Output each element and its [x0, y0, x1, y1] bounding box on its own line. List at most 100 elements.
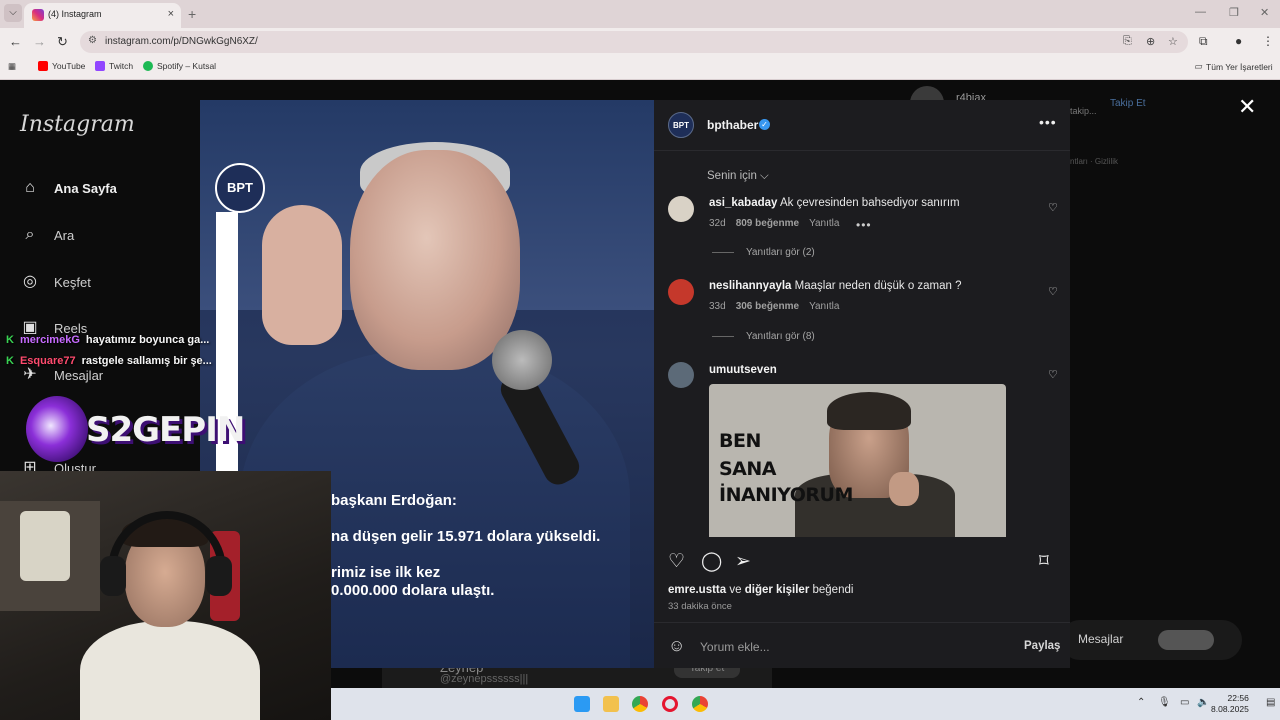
- tab-search-button[interactable]: ⌵: [4, 4, 22, 22]
- minimize-icon[interactable]: —: [1195, 6, 1206, 18]
- post-side-panel: BPT bpthaber ✓ ••• Senin için ⌵ asi_kaba…: [654, 100, 1070, 668]
- bookmark-youtube[interactable]: YouTube: [38, 61, 85, 71]
- footer-links[interactable]: ntları · Gizlilik: [1070, 157, 1118, 166]
- meme-text-1: BEN: [719, 430, 761, 452]
- mic-icon[interactable]: 🎙: [1158, 697, 1171, 708]
- chrome-profile-icon[interactable]: [692, 696, 708, 712]
- emoji-icon[interactable]: ☺: [668, 636, 685, 656]
- account-name[interactable]: bpthaber: [707, 118, 758, 132]
- photo-thumbs-up: [262, 205, 342, 345]
- bookmarks-bar: ▦ YouTube Twitch Spotify – Kutsal ▭ Tüm Y…: [0, 56, 1280, 80]
- new-tab-button[interactable]: +: [188, 6, 196, 22]
- messages-drawer[interactable]: Mesajlar: [1060, 620, 1242, 660]
- suggested-user-sub: takip...: [1070, 106, 1097, 116]
- comment-like-icon[interactable]: ♡: [1048, 201, 1058, 214]
- site-info-icon[interactable]: ⚙: [88, 35, 97, 46]
- meme-text-2: SANA: [719, 458, 777, 480]
- extensions-icon[interactable]: ⧉: [1199, 34, 1208, 49]
- chat-badge-icon: K: [6, 334, 14, 346]
- liked-user[interactable]: emre.ustta: [668, 584, 726, 596]
- tab-close-icon[interactable]: ×: [168, 8, 174, 20]
- forward-icon[interactable]: →: [33, 34, 46, 49]
- network-icon[interactable]: ▭: [1180, 697, 1189, 708]
- view-replies[interactable]: Yanıtları gör (2): [712, 247, 815, 258]
- comment: umuutseven: [709, 364, 777, 376]
- address-bar[interactable]: ⚙ instagram.com/p/DNGwkGgN6XZ/ ⎘ ⊕ ☆: [80, 31, 1188, 53]
- comment-user[interactable]: umuutseven: [709, 364, 777, 376]
- liked-by: emre.ustta ve diğer kişiler beğendi: [668, 584, 854, 596]
- like-icon[interactable]: ♡: [668, 550, 685, 573]
- back-icon[interactable]: ←: [9, 34, 22, 49]
- comment-like-icon[interactable]: ♡: [1048, 368, 1058, 381]
- instagram-favicon-icon: [32, 9, 44, 21]
- opera-icon[interactable]: [662, 696, 678, 712]
- comment-options-icon[interactable]: •••: [856, 218, 872, 232]
- nav-search[interactable]: ⌕ Ara: [20, 225, 75, 245]
- view-replies[interactable]: Yanıtları gör (8): [712, 331, 815, 342]
- home-icon: ⌂: [25, 179, 35, 196]
- profile-icon[interactable]: ●: [1235, 34, 1242, 48]
- window-close-icon[interactable]: ✕: [1260, 6, 1269, 19]
- comment-text: Ak çevresinden bahsediyor sanırım: [779, 197, 960, 209]
- file-explorer-icon[interactable]: [603, 696, 619, 712]
- comment-user[interactable]: neslihannyayla: [709, 280, 791, 292]
- comment: asi_kabaday Ak çevresinden bahsediyor sa…: [709, 197, 960, 209]
- save-icon[interactable]: ⌑: [1039, 550, 1049, 573]
- post-text-line-4: 0.000.000 dolara ulaştı.: [331, 582, 495, 599]
- comment-meta: 32d 809 beğenme Yanıtla: [709, 218, 840, 229]
- notifications-icon[interactable]: ▤: [1266, 697, 1275, 708]
- nav-home[interactable]: ⌂ Ana Sayfa: [20, 178, 117, 198]
- post-text-line-2: na düşen gelir 15.971 dolara yükseldi.: [331, 528, 601, 545]
- install-icon[interactable]: ⎘: [1123, 35, 1132, 48]
- url-text[interactable]: instagram.com/p/DNGwkGgN6XZ/: [105, 36, 258, 47]
- more-options-icon[interactable]: •••: [1039, 114, 1057, 130]
- menu-icon[interactable]: ⋮: [1262, 34, 1274, 48]
- all-bookmarks[interactable]: ▭ Tüm Yer İşaretleri: [1194, 61, 1273, 72]
- photo-microphone: [492, 330, 552, 390]
- bookmark-spotify[interactable]: Spotify – Kutsal: [143, 61, 216, 71]
- comment-gif[interactable]: BEN SANA İNANIYORUM: [709, 384, 1006, 537]
- liked-others[interactable]: diğer kişiler: [745, 584, 810, 596]
- nav-explore[interactable]: ◎ Keşfet: [20, 272, 91, 292]
- share-icon[interactable]: ➢: [735, 550, 751, 573]
- start-icon[interactable]: [574, 696, 590, 712]
- photo-face: [350, 150, 520, 370]
- chat-message: K Esquare77 rastgele sallamış bir şe...: [6, 355, 212, 367]
- comment-avatar[interactable]: [668, 196, 694, 222]
- post-comment-button[interactable]: Paylaş: [1024, 640, 1060, 652]
- chat-badge-icon: K: [6, 355, 14, 367]
- compass-icon: ◎: [23, 273, 37, 290]
- follow-link[interactable]: Takip Et: [1110, 98, 1146, 109]
- comment-icon[interactable]: ◯: [701, 550, 722, 573]
- bookmark-twitch[interactable]: Twitch: [95, 61, 133, 71]
- maximize-icon[interactable]: ❐: [1229, 6, 1239, 19]
- tab-strip: ⌵ (4) Instagram × + — ❐ ✕: [0, 0, 1280, 28]
- volume-icon[interactable]: 🔈: [1197, 697, 1209, 708]
- apps-icon[interactable]: ▦: [8, 61, 16, 72]
- comment: neslihannyayla Maaşlar neden düşük o zam…: [709, 280, 962, 292]
- post-time: 33 dakika önce: [668, 601, 732, 612]
- chrome-icon[interactable]: [632, 696, 648, 712]
- account-avatar[interactable]: BPT: [668, 112, 694, 138]
- reply-button[interactable]: Yanıtla: [809, 218, 839, 229]
- youtube-icon: [38, 61, 48, 71]
- comment-avatar[interactable]: [668, 279, 694, 305]
- search-icon: ⌕: [25, 226, 35, 243]
- tab-instagram[interactable]: (4) Instagram ×: [24, 3, 181, 28]
- tray-chevron-icon[interactable]: ⌃: [1137, 697, 1145, 708]
- comment-sort-dropdown[interactable]: Senin için ⌵: [707, 170, 769, 183]
- comment-like-icon[interactable]: ♡: [1048, 285, 1058, 298]
- comment-user[interactable]: asi_kabaday: [709, 197, 777, 209]
- bookmark-star-icon[interactable]: ☆: [1168, 35, 1178, 48]
- zoom-icon[interactable]: ⊕: [1146, 35, 1155, 48]
- clock[interactable]: 22:56 8.08.2025: [1211, 693, 1249, 715]
- close-modal-icon[interactable]: ✕: [1238, 94, 1256, 120]
- reload-icon[interactable]: ↻: [57, 34, 68, 50]
- post-text-line-1: başkanı Erdoğan:: [331, 492, 457, 509]
- nav-messages[interactable]: ✈ Mesajlar: [20, 365, 103, 385]
- comment-avatar[interactable]: [668, 362, 694, 388]
- instagram-logo[interactable]: Instagram: [20, 112, 135, 137]
- comment-input[interactable]: [700, 639, 1000, 655]
- reply-button[interactable]: Yanıtla: [809, 301, 839, 312]
- windows-taskbar: ⌃ 🎙 ▭ 🔈 22:56 8.08.2025 ▤: [331, 688, 1280, 720]
